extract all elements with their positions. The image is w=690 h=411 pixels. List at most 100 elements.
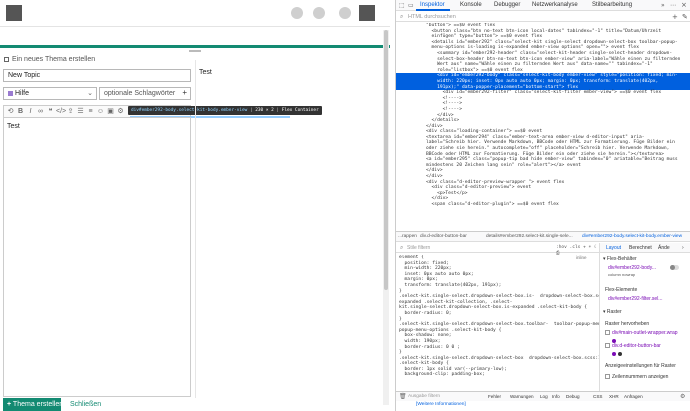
tab-changes[interactable]: Ände [658, 245, 670, 251]
breadcrumb-item[interactable]: details#ember292.select-kit.single-sele.… [486, 232, 573, 242]
markup-line[interactable]: <summary id="ember292-header" class="sel… [426, 51, 690, 57]
flex-elements-label: Flex-Elemente [605, 287, 638, 293]
more-tabs-icon[interactable]: › [682, 245, 684, 251]
tab-network[interactable]: Netzwerkanalyse [532, 2, 578, 8]
more-icon[interactable]: » [661, 2, 665, 9]
inline-label: inline [576, 255, 587, 260]
breadcrumb-item[interactable]: div.d-editor-button-bar [420, 232, 467, 242]
layout-pane: Layout Berechnet Ände › ▾ Flex-Behälter … [600, 243, 690, 391]
breadcrumb-item-active[interactable]: div#ember292-body.select-kit-body.ember-… [582, 232, 682, 242]
console-tab-debug[interactable]: Debug [566, 394, 580, 399]
upload-icon[interactable]: ⇪ [66, 107, 75, 116]
trash-icon[interactable]: 🗑 [399, 393, 407, 400]
tab-computed[interactable]: Berechnet [629, 245, 652, 251]
grid-color-dot[interactable] [612, 337, 616, 344]
console-filter-input[interactable]: Ausgabe filtern [408, 394, 440, 399]
flex-element-item[interactable]: div#ember292-filter.sel... [608, 296, 662, 302]
close-button[interactable]: Schließen [70, 401, 101, 408]
numbered-list-icon[interactable]: ≡ [86, 107, 95, 116]
html-search-input[interactable]: HTML durchsuchen [408, 14, 456, 20]
markup-line[interactable]: Wert aus" name="Wähle einen zu filternde… [426, 62, 690, 68]
header-divider [0, 26, 390, 27]
blockquote-icon[interactable]: ❝ [46, 107, 55, 116]
grid-header[interactable]: ▾ Raster [603, 309, 622, 315]
tab-style-editor[interactable]: Stilbearbeitung [592, 2, 632, 8]
console-tab-warnings[interactable]: Warnungen [510, 394, 534, 399]
search-icon[interactable] [313, 7, 325, 19]
layout-tabs: Layout Berechnet Ände › [600, 243, 690, 253]
console-tab-info[interactable]: Info [552, 394, 560, 399]
grip-handle[interactable] [189, 50, 201, 52]
preview-text: Test [199, 69, 212, 76]
breadcrumb: ...rappen div.d-editor-button-bar detail… [396, 232, 690, 242]
tab-layout[interactable]: Layout [606, 245, 621, 251]
scrollbar-thumb[interactable] [384, 30, 388, 290]
tab-inspector[interactable]: Inspektor [420, 2, 445, 8]
calendar-icon[interactable]: ▣ [106, 107, 115, 116]
rules-toolbar: ⌕ Stile filtern :hov .cls + ☀ ☾ ⎙ [396, 243, 599, 256]
emoji-icon[interactable]: ☺ [96, 107, 105, 116]
flex-toggle[interactable] [670, 265, 679, 270]
italic-icon[interactable]: I [26, 107, 35, 116]
console-tab-errors[interactable]: Fehler [488, 394, 501, 399]
scrollbar[interactable] [383, 30, 389, 405]
chevron-down-icon: ⌄ [87, 90, 93, 97]
editor-textarea[interactable]: Test [3, 117, 191, 397]
plus-icon: + [7, 401, 12, 408]
link-icon[interactable]: ∞ [36, 107, 45, 116]
flex-item-name[interactable]: div#ember292-body... [608, 265, 656, 271]
flex-props: column nowrap [608, 272, 636, 277]
title-input[interactable]: New Topic [3, 69, 191, 82]
css-rule-line[interactable]: background-clip: padding-box; [399, 372, 599, 378]
console-tab-log[interactable]: Log [540, 394, 548, 399]
tab-console[interactable]: Konsole [460, 2, 482, 8]
grid-highlight-label: Raster hervorheben [605, 321, 650, 327]
console-line[interactable]: [Weitere Informationen] [416, 402, 466, 407]
avatar[interactable] [359, 5, 375, 21]
reply-icon [4, 57, 9, 62]
create-topic-button[interactable]: + Thema erstellen [3, 398, 63, 411]
bold-icon[interactable]: B [16, 107, 25, 116]
hand-icon[interactable] [291, 7, 303, 19]
styles-filter-input[interactable]: Stile filtern [407, 245, 430, 251]
flex-header[interactable]: ▾ Flex-Behälter [603, 256, 637, 262]
menu-icon[interactable]: ⋯ [670, 2, 676, 9]
tab-debugger[interactable]: Debugger [494, 2, 520, 8]
close-icon[interactable]: × [681, 1, 687, 9]
reply-label[interactable]: Ein neues Thema erstellen [4, 56, 95, 63]
grid-numbers-option[interactable]: Zeilennummern anzeigen [605, 374, 668, 380]
gear-icon[interactable]: ⚙ [116, 107, 125, 116]
grid-color-dot[interactable] [612, 350, 622, 357]
tags-input[interactable]: optionale Schlagwörter + [99, 87, 191, 100]
markup-line[interactable]: oder ziehe sie herein." autocomplete="of… [426, 146, 690, 152]
breadcrumb-item[interactable]: ...rappen [398, 232, 417, 242]
grid-item-1[interactable]: div#main-outlet-wrapper.wrap [605, 330, 678, 336]
markup-tree[interactable]: "button"> ==$0 event flex <button class=… [396, 23, 690, 231]
list-icon[interactable]: ☰ [76, 107, 85, 116]
markup-line[interactable]: <span class="d-editor-plugin"> ==$0 even… [426, 202, 690, 208]
search-icon: ⌕ [400, 13, 404, 20]
active-tab-indicator [416, 9, 450, 11]
code-icon[interactable]: </> [56, 107, 66, 116]
category-select[interactable]: Hilfe ⌄ [3, 87, 97, 100]
picker-icon[interactable]: ⬚ [399, 2, 405, 9]
add-node-icon[interactable]: + [672, 13, 678, 21]
console-tab-css[interactable]: CSS [593, 394, 602, 399]
markup-line[interactable]: <div id="ember292-filter" class="select-… [426, 90, 690, 96]
settings-icon[interactable]: ⚙ [680, 393, 685, 400]
page-area: Ein neues Thema erstellen New Topic Hilf… [0, 0, 390, 411]
css-rule-line[interactable]: .select-kit.single-select.dropdown-selec… [399, 294, 599, 300]
markup-line-selected[interactable]: width: 220px; inset: 0px auto auto 0px; … [396, 78, 690, 85]
responsive-icon[interactable]: ▭ [408, 2, 414, 9]
rules-pane[interactable]: element { position: fixed; min-width: 22… [399, 255, 599, 390]
chat-icon[interactable] [339, 7, 351, 19]
eyedropper-icon[interactable]: ✎ [682, 13, 688, 21]
console-toolbar: 🗑 Ausgabe filtern Fehler Warnungen Log I… [396, 391, 690, 401]
console-tab-xhr[interactable]: XHR [609, 394, 619, 399]
devtools-panel: ⬚ ▭ Inspektor Konsole Debugger Netzwerka… [395, 0, 690, 411]
console-tab-requests[interactable]: Anfragen [624, 394, 643, 399]
filter-icon: ⌕ [400, 244, 404, 251]
site-logo[interactable] [6, 5, 22, 21]
css-rule-line[interactable]: .select-kit.single-select.dropdown-selec… [399, 322, 599, 328]
quote-icon[interactable]: ⟲ [6, 107, 15, 116]
